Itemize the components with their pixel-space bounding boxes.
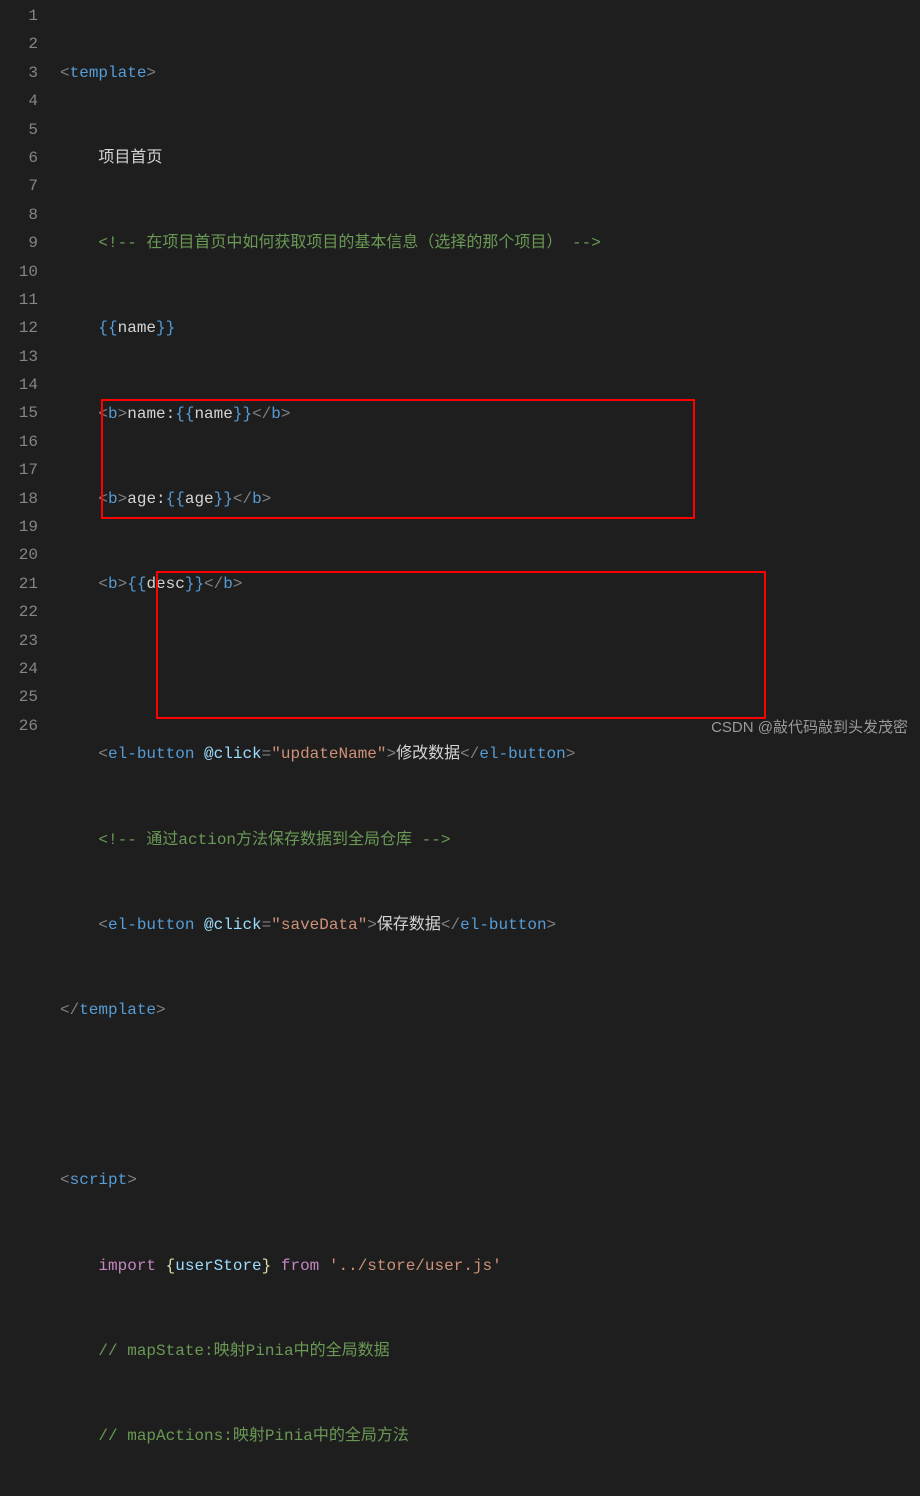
line-number: 26 <box>0 712 38 740</box>
code-line[interactable]: <!-- 在项目首页中如何获取项目的基本信息（选择的那个项目） --> <box>60 229 920 257</box>
code-line[interactable]: <b>age:{{age}}</b> <box>60 485 920 513</box>
line-number: 22 <box>0 598 38 626</box>
code-line[interactable]: 项目首页 <box>60 144 920 172</box>
line-number: 6 <box>0 144 38 172</box>
line-number: 4 <box>0 87 38 115</box>
code-line[interactable]: <el-button @click="updateName">修改数据</el-… <box>60 740 920 768</box>
line-number: 25 <box>0 683 38 711</box>
line-number: 16 <box>0 428 38 456</box>
line-number: 7 <box>0 172 38 200</box>
code-line[interactable]: <el-button @click="saveData">保存数据</el-bu… <box>60 911 920 939</box>
line-number: 24 <box>0 655 38 683</box>
code-line[interactable]: <script> <box>60 1166 920 1194</box>
line-number: 5 <box>0 116 38 144</box>
line-number: 12 <box>0 314 38 342</box>
line-number: 15 <box>0 399 38 427</box>
code-line[interactable]: </template> <box>60 996 920 1024</box>
line-number: 21 <box>0 570 38 598</box>
code-line[interactable]: <b>name:{{name}}</b> <box>60 400 920 428</box>
line-number: 9 <box>0 229 38 257</box>
line-number: 18 <box>0 485 38 513</box>
line-number: 1 <box>0 2 38 30</box>
code-line[interactable]: import {userStore} from '../store/user.j… <box>60 1252 920 1280</box>
watermark-text: CSDN @敲代码敲到头发茂密 <box>711 714 908 742</box>
line-number: 3 <box>0 59 38 87</box>
code-line[interactable]: <b>{{desc}}</b> <box>60 570 920 598</box>
line-number-gutter: 1 2 3 4 5 6 7 8 9 10 11 12 13 14 15 16 1… <box>0 0 60 748</box>
line-number: 14 <box>0 371 38 399</box>
line-number: 8 <box>0 201 38 229</box>
line-number: 11 <box>0 286 38 314</box>
code-line[interactable]: // mapState:映射Pinia中的全局数据 <box>60 1337 920 1365</box>
line-number: 23 <box>0 627 38 655</box>
line-number: 19 <box>0 513 38 541</box>
line-number: 17 <box>0 456 38 484</box>
line-number: 20 <box>0 541 38 569</box>
code-editor[interactable]: <template> 项目首页 <!-- 在项目首页中如何获取项目的基本信息（选… <box>60 0 920 748</box>
code-line[interactable]: <!-- 通过action方法保存数据到全局仓库 --> <box>60 826 920 854</box>
line-number: 10 <box>0 258 38 286</box>
line-number: 2 <box>0 30 38 58</box>
code-line[interactable]: {{name}} <box>60 314 920 342</box>
code-line[interactable]: <template> <box>60 59 920 87</box>
code-line[interactable]: // mapActions:映射Pinia中的全局方法 <box>60 1422 920 1450</box>
code-line[interactable] <box>60 1081 920 1109</box>
code-line[interactable] <box>60 655 920 683</box>
line-number: 13 <box>0 343 38 371</box>
